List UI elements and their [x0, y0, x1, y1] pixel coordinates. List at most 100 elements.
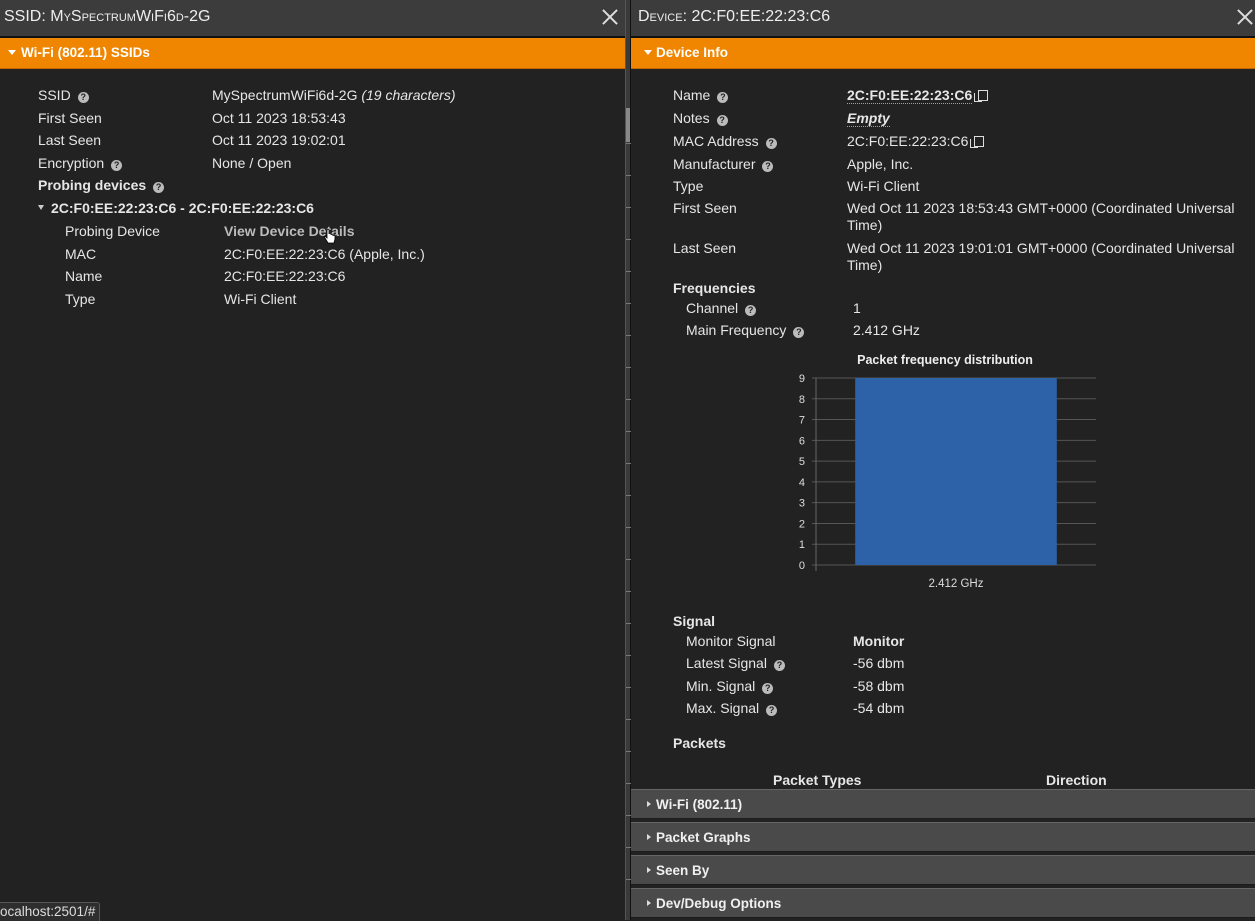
- ssid-panel-title: SSID: MySpectrumWiFi6d-2G: [4, 8, 211, 25]
- ssid-value: MySpectrumWiFi6d-2G: [212, 87, 358, 103]
- chart-bar[interactable]: [855, 378, 1057, 565]
- first-seen-value: Oct 11 2023 18:53:43: [212, 110, 346, 126]
- chart-y-tick-label: 4: [799, 477, 805, 489]
- mac-address-value: 2C:F0:EE:22:23:C6: [847, 133, 969, 149]
- device-name-row: Name? 2C:F0:EE:22:23:C6: [631, 85, 1255, 105]
- main-frequency-value: 2.412 GHz: [853, 322, 920, 338]
- chevron-down-icon: [8, 50, 16, 55]
- mac-address-row: MAC Address? 2C:F0:EE:22:23:C6: [631, 131, 1255, 151]
- latest-signal-value: -56 dbm: [853, 655, 905, 671]
- help-icon[interactable]: ?: [717, 92, 729, 103]
- encryption-value: None / Open: [212, 155, 292, 171]
- help-icon[interactable]: ?: [111, 160, 123, 171]
- chevron-right-icon: [647, 801, 651, 807]
- probe-name-label: Name: [65, 268, 103, 284]
- device-type-row: Type Wi-Fi Client: [673, 178, 920, 194]
- chart-y-tick-label: 2: [799, 518, 805, 530]
- ssid-section-label: Wi-Fi (802.11) SSIDs: [21, 45, 150, 60]
- copy-icon[interactable]: [970, 136, 985, 148]
- help-icon[interactable]: ?: [762, 161, 774, 172]
- help-icon[interactable]: ?: [793, 327, 805, 338]
- chevron-right-icon: [647, 900, 651, 906]
- last-seen-value: Oct 11 2023 19:02:01: [212, 132, 346, 148]
- probe-group-toggle[interactable]: 2C:F0:EE:22:23:C6 - 2C:F0:EE:22:23:C6: [0, 198, 625, 218]
- probing-device-row: Probing Device View Device Details: [0, 221, 625, 241]
- probe-name-value: 2C:F0:EE:22:23:C6: [224, 268, 346, 284]
- probe-type-label: Type: [65, 291, 96, 307]
- first-seen-row: First Seen Oct 11 2023 18:53:43: [0, 108, 625, 128]
- device-panel: Device: 2C:F0:EE:22:23:C6 Device Info Na…: [631, 0, 1255, 920]
- copy-icon[interactable]: [974, 90, 989, 102]
- ssid-label: SSID: [38, 87, 71, 103]
- device-notes-row: Notes? Empty: [673, 110, 890, 127]
- encryption-label: Encryption: [38, 155, 105, 171]
- device-name-value[interactable]: 2C:F0:EE:22:23:C6: [847, 87, 973, 104]
- close-icon[interactable]: [1235, 7, 1255, 27]
- probe-mac-value: 2C:F0:EE:22:23:C6 (Apple, Inc.): [224, 246, 425, 262]
- seen-by-section-header[interactable]: Seen By: [631, 855, 1255, 885]
- chart-y-tick-label: 8: [799, 394, 805, 406]
- chart-x-tick-label: 2.412 GHz: [929, 578, 984, 590]
- device-info-label: Device Info: [656, 45, 729, 60]
- last-seen-label: Last Seen: [38, 132, 102, 148]
- hand-cursor-icon: [324, 229, 336, 244]
- packet-graphs-section-header[interactable]: Packet Graphs: [631, 822, 1255, 852]
- max-signal-value: -54 dbm: [853, 700, 905, 716]
- encryption-row: Encryption? None / Open: [0, 153, 625, 173]
- direction-heading: Direction: [1046, 772, 1107, 788]
- manufacturer-value: Apple, Inc.: [847, 156, 914, 172]
- chevron-down-icon: [644, 50, 652, 55]
- help-icon[interactable]: ?: [716, 115, 728, 126]
- min-signal-row: Min. Signal? -58 dbm: [686, 678, 905, 694]
- status-bar-url: ocalhost:2501/#: [0, 902, 101, 921]
- packet-frequency-chart: Packet frequency distribution 0 1 2 3 4 5 6 7 8 9…: [799, 353, 1096, 590]
- channel-value: 1: [853, 300, 861, 316]
- scrollbar-thumb[interactable]: [626, 108, 630, 142]
- probe-mac-row: MAC 2C:F0:EE:22:23:C6 (Apple, Inc.): [0, 244, 625, 264]
- chart-y-tick-label: 5: [799, 456, 805, 468]
- help-icon[interactable]: ?: [77, 92, 89, 103]
- device-panel-title: Device: 2C:F0:EE:22:23:C6: [638, 8, 831, 25]
- wifi-section-header[interactable]: Wi-Fi (802.11): [631, 789, 1255, 819]
- debug-options-section-header[interactable]: Dev/Debug Options: [631, 888, 1255, 918]
- first-seen-label: First Seen: [38, 110, 102, 126]
- ssid-panel: SSID: MySpectrumWiFi6d-2G Wi-Fi (802.11)…: [0, 0, 625, 920]
- main-frequency-row: Main Frequency? 2.412 GHz: [686, 322, 920, 338]
- device-last-seen-row: Last Seen Wed Oct 11 2023 19:01:01 GMT+0…: [673, 240, 1235, 273]
- manufacturer-row: Manufacturer? Apple, Inc.: [673, 156, 914, 172]
- ssid-panel-titlebar: SSID: MySpectrumWiFi6d-2G: [0, 0, 625, 38]
- chart-y-tick-label: 0: [799, 560, 805, 572]
- probe-type-value: Wi-Fi Client: [224, 291, 297, 307]
- help-icon[interactable]: ?: [765, 138, 777, 149]
- chart-y-tick-label: 3: [799, 498, 805, 510]
- chart-y-tick-label: 1: [799, 539, 805, 551]
- help-icon[interactable]: ?: [153, 182, 165, 193]
- max-signal-row: Max. Signal? -54 dbm: [686, 700, 905, 716]
- frequencies-heading: Frequencies: [673, 280, 756, 296]
- chart-title: Packet frequency distribution: [857, 353, 1033, 367]
- last-seen-row: Last Seen Oct 11 2023 19:02:01: [0, 130, 625, 150]
- probe-name-row: Name 2C:F0:EE:22:23:C6: [0, 266, 625, 286]
- help-icon[interactable]: ?: [766, 705, 778, 716]
- ssid-section-header[interactable]: Wi-Fi (802.11) SSIDs: [0, 38, 625, 69]
- close-icon[interactable]: [600, 7, 620, 27]
- device-panel-titlebar: Device: 2C:F0:EE:22:23:C6: [631, 0, 1255, 38]
- device-notes-value[interactable]: Empty: [847, 110, 890, 127]
- monitor-signal-toggle[interactable]: Monitor: [853, 631, 904, 651]
- probe-mac-label: MAC: [65, 246, 97, 262]
- ssid-row: SSID? MySpectrumWiFi6d-2G (19 characters…: [0, 85, 625, 105]
- packet-types-heading: Packet Types: [773, 772, 862, 788]
- device-last-seen-value: Wed Oct 11 2023 19:01:01 GMT+0000 (Coord…: [847, 240, 1235, 273]
- ssid-length-note: (19 characters): [361, 87, 456, 103]
- chevron-right-icon: [647, 834, 651, 840]
- probe-type-row: Type Wi-Fi Client: [0, 289, 625, 309]
- chevron-down-icon: [38, 205, 44, 210]
- latest-signal-row: Latest Signal? -56 dbm: [686, 655, 905, 671]
- help-icon[interactable]: ?: [745, 305, 757, 316]
- channel-row: Channel? 1: [686, 300, 861, 316]
- device-info-header[interactable]: Device Info: [631, 38, 1255, 69]
- help-icon[interactable]: ?: [773, 660, 785, 671]
- help-icon[interactable]: ?: [762, 683, 774, 694]
- chart-y-tick-label: 9: [799, 373, 805, 385]
- probing-devices-heading: Probing devices?: [38, 175, 165, 195]
